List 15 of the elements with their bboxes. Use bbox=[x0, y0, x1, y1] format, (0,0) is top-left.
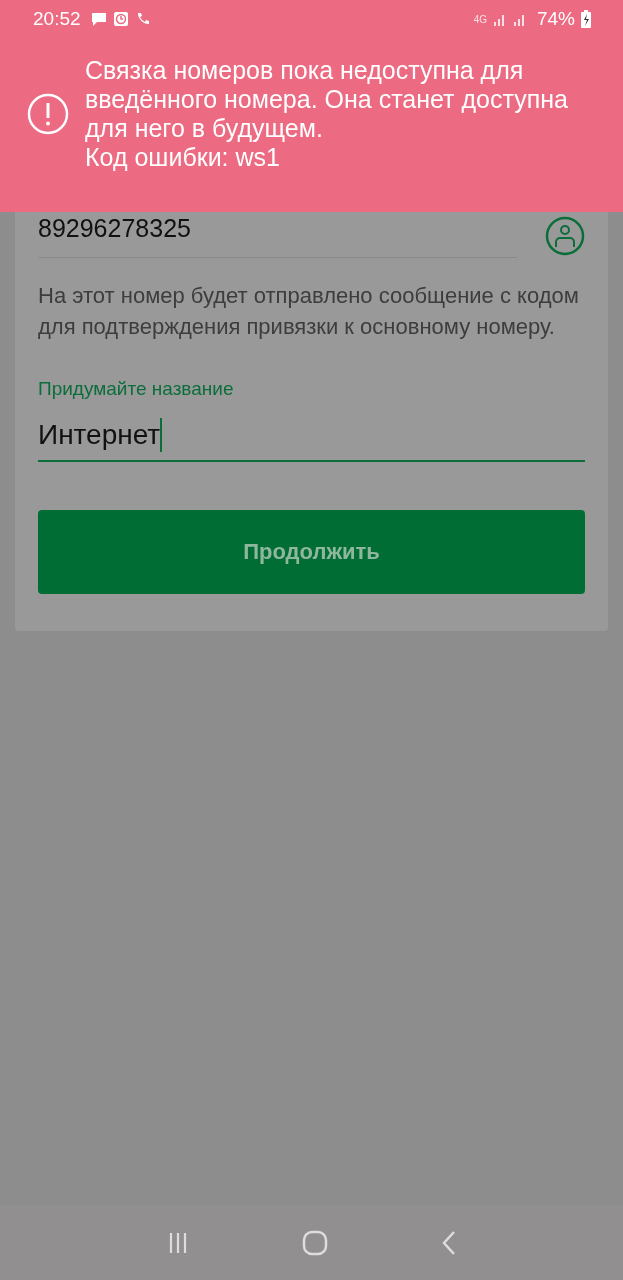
alert-icon bbox=[27, 93, 69, 135]
network-type: 4G bbox=[473, 13, 487, 25]
error-message: Связка номеров пока недоступна для введённого номера. Она станет доступна для него в будущем. bbox=[85, 56, 569, 143]
battery-percent: 74% bbox=[536, 8, 575, 30]
name-field[interactable]: Придумайте название Интернет bbox=[38, 378, 585, 462]
info-text: На этот номер будет отправлено сообщение с кодом для подтверждения привязки к основному номеру. bbox=[38, 282, 580, 341]
error-code: Код ошибки: ws1 bbox=[85, 143, 281, 172]
phone-field[interactable]: 89296278325 bbox=[38, 214, 517, 258]
clock-time: 20:52 bbox=[33, 8, 81, 30]
battery-charging-icon bbox=[581, 10, 591, 28]
contact-icon[interactable] bbox=[545, 216, 585, 256]
clock-app-icon bbox=[112, 11, 129, 27]
back-icon[interactable] bbox=[440, 1229, 457, 1256]
message-icon bbox=[90, 11, 107, 27]
home-icon[interactable] bbox=[302, 1229, 329, 1256]
